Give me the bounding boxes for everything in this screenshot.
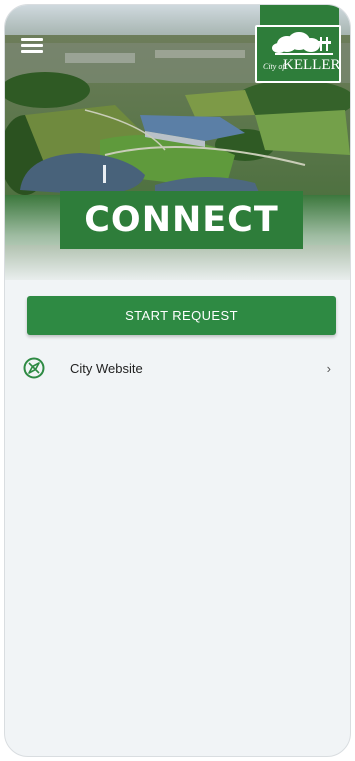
city-logo: City of KELLER bbox=[255, 25, 341, 83]
start-request-button[interactable]: START REQUEST bbox=[27, 296, 336, 335]
logo-name-text: KELLER bbox=[283, 57, 341, 73]
hamburger-menu-icon bbox=[21, 38, 43, 41]
hamburger-line bbox=[21, 50, 43, 53]
hamburger-line bbox=[21, 44, 43, 47]
logo-top-bar bbox=[260, 5, 339, 25]
connect-banner: CONNECT bbox=[60, 191, 303, 249]
app-screen: City of KELLER CONNECT START REQUEST Cit… bbox=[4, 4, 351, 757]
logo-small-text: City of bbox=[263, 62, 285, 71]
list-item-city-website[interactable]: City Website › bbox=[23, 355, 335, 381]
banner-title: CONNECT bbox=[84, 200, 279, 240]
list-item-label: City Website bbox=[70, 360, 143, 376]
tree-logo-icon bbox=[272, 32, 333, 55]
chevron-right-icon: › bbox=[326, 360, 331, 376]
menu-button[interactable] bbox=[21, 38, 43, 56]
compass-icon bbox=[23, 357, 45, 379]
